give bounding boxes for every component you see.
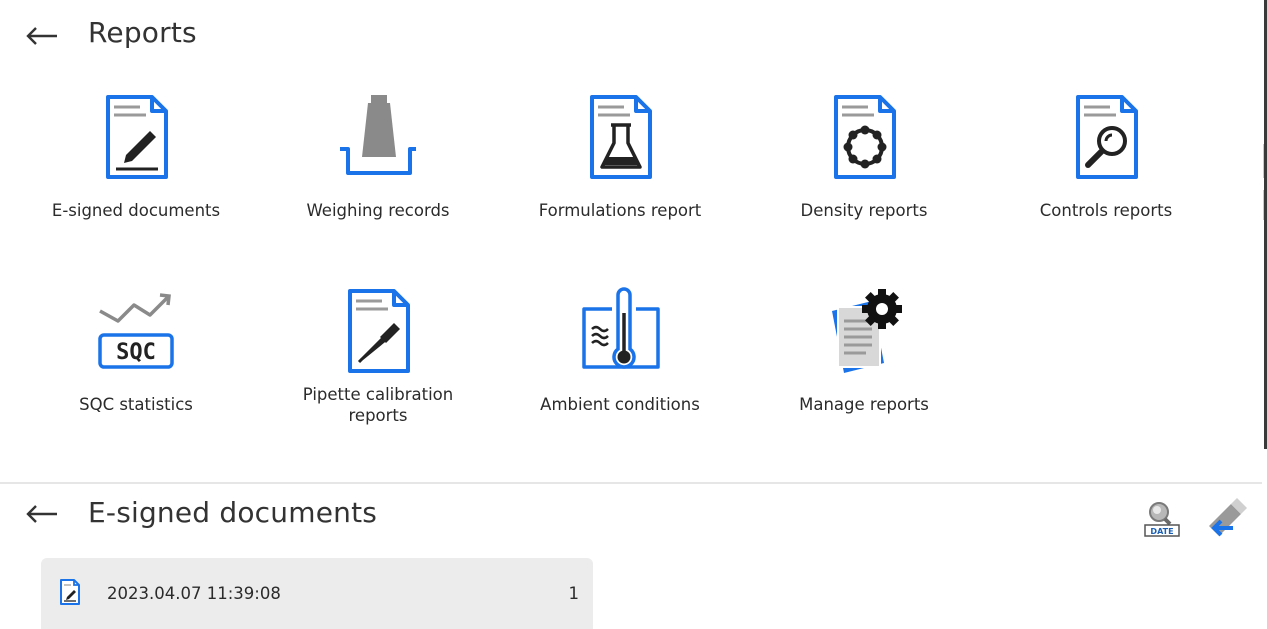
formulations-report-icon [590, 95, 652, 179]
tile-pipette-calibration-reports[interactable]: Pipette calibration reports [258, 287, 498, 447]
reports-header: Reports [0, 0, 1267, 72]
e-signed-documents-icon [106, 95, 168, 179]
tile-density-reports[interactable]: Density reports [744, 93, 984, 253]
tile-e-signed-documents[interactable]: E-signed documents [16, 93, 256, 253]
back-button[interactable] [22, 20, 62, 52]
tile-label: Pipette calibration reports [258, 384, 498, 426]
tile-label: Formulations report [538, 201, 702, 220]
sqc-statistics-icon: SQC [98, 293, 174, 369]
divider [1263, 144, 1264, 178]
e-signed-document-icon [60, 579, 80, 605]
sqc-icon-text: SQC [116, 340, 156, 365]
tile-weighing-records[interactable]: Weighing records [258, 93, 498, 253]
tile-label-line1: Pipette calibration [302, 385, 454, 404]
arrow-left-icon [26, 505, 57, 523]
tile-ambient-conditions[interactable]: Ambient conditions [500, 287, 740, 447]
tile-label: Manage reports [799, 395, 929, 414]
page-title: Reports [88, 16, 197, 49]
usb-export-button[interactable] [1203, 498, 1247, 538]
controls-reports-icon [1076, 95, 1138, 179]
tile-formulations-report[interactable]: Formulations report [500, 93, 740, 253]
tile-sqc-statistics[interactable]: SQC SQC statistics [16, 287, 256, 447]
date-search-icon: DATE [1144, 502, 1180, 537]
tile-label: Ambient conditions [540, 395, 700, 414]
page-title: E-signed documents [88, 496, 378, 529]
document-date: 2023.04.07 11:39:08 [107, 584, 281, 603]
weighing-records-icon [340, 95, 416, 175]
table-row[interactable]: 2023.04.07 11:39:08 1 [41, 558, 593, 629]
tile-label: Controls reports [1039, 201, 1173, 220]
manage-reports-icon [832, 289, 902, 373]
pipette-calibration-icon [348, 289, 410, 373]
e-signed-documents-panel: E-signed documents DATE 2023.04.07 11:39… [0, 482, 1267, 629]
date-label: DATE [1150, 527, 1173, 536]
tile-manage-reports[interactable]: Manage reports [744, 287, 984, 447]
back-button[interactable] [22, 498, 62, 530]
usb-export-icon [1209, 498, 1247, 537]
e-signed-header: E-signed documents [0, 482, 1267, 554]
tile-label: SQC statistics [79, 395, 193, 414]
divider [1263, 190, 1264, 220]
tile-label-line2: reports [348, 406, 408, 425]
tile-label: Density reports [800, 201, 928, 220]
density-reports-icon [834, 95, 896, 179]
date-search-button[interactable]: DATE [1142, 498, 1182, 538]
ambient-conditions-icon [582, 287, 660, 369]
tile-label: E-signed documents [51, 201, 221, 220]
tile-controls-reports[interactable]: Controls reports [986, 93, 1226, 253]
arrow-left-icon [26, 27, 57, 45]
document-count: 1 [568, 584, 580, 603]
reports-panel: Reports E-signed documents Weighing reco… [0, 0, 1267, 449]
tile-label: Weighing records [306, 201, 450, 220]
